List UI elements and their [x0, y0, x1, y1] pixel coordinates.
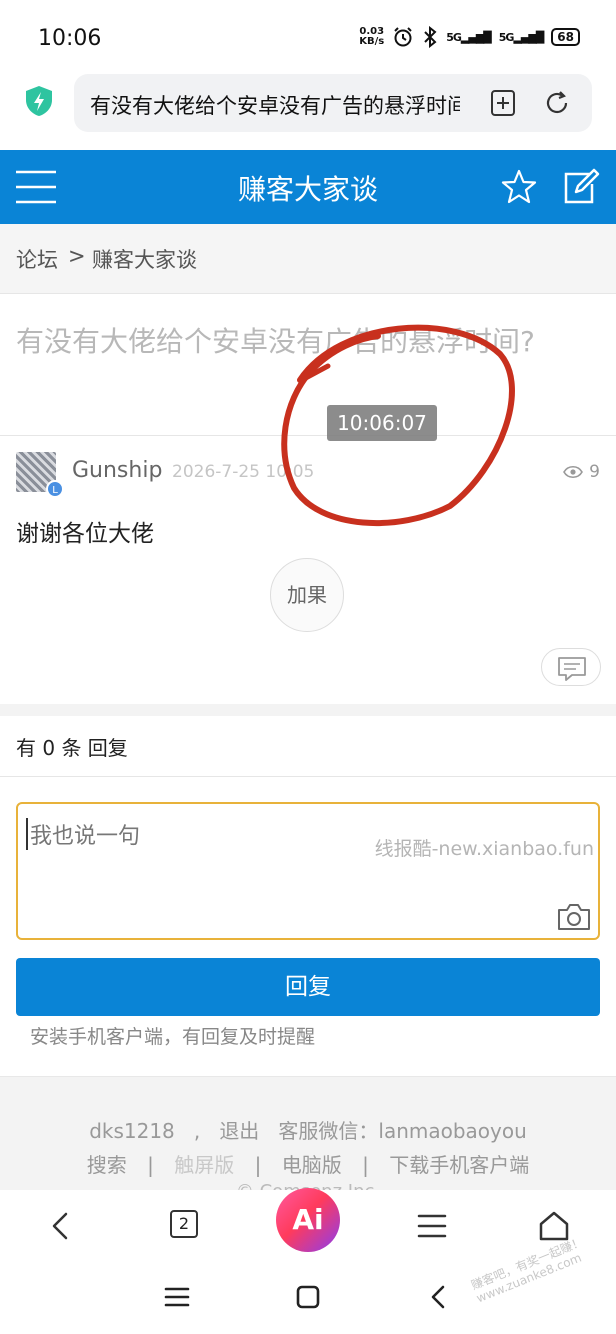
reply-count: 有 0 条 回复	[16, 736, 128, 760]
reply-placeholder: 我也说一句	[26, 818, 140, 850]
footer-service-wechat: 客服微信：lanmaobaoyou	[278, 1119, 527, 1143]
ai-assistant-button[interactable]: Ai	[276, 1188, 340, 1252]
footer-separator: |	[362, 1153, 369, 1177]
add-fruit-button[interactable]: 加果	[270, 558, 344, 632]
home-icon[interactable]	[536, 1208, 572, 1244]
back-icon[interactable]	[44, 1208, 80, 1244]
eye-icon	[563, 465, 584, 479]
breadcrumb-forum-link[interactable]: 论坛	[16, 244, 58, 274]
footer-comma: ,	[193, 1119, 201, 1143]
footer-pc-link[interactable]: 电脑版	[282, 1153, 342, 1177]
page-footer: dks1218 , 退出 客服微信：lanmaobaoyou 搜索 | 触屏版 …	[0, 1076, 616, 1190]
signal-2-icon: 5G▂▄▆█	[498, 30, 545, 44]
signal-1-label: 5G	[446, 30, 462, 44]
forum-header: 赚客大家谈	[0, 150, 616, 224]
recents-icon[interactable]	[162, 1282, 192, 1312]
footer-touch-link: 触屏版	[174, 1153, 235, 1177]
post-body: 谢谢各位大佬	[16, 521, 154, 547]
floating-time-overlay: 10:06:07	[327, 405, 437, 441]
net-speed: 0.03 KB/s	[359, 27, 384, 47]
view-count: 9	[563, 462, 600, 482]
compose-icon[interactable]	[560, 166, 600, 206]
divider	[0, 776, 616, 777]
watermark-text: 线报酷-new.xianbao.fun	[374, 838, 594, 860]
breadcrumb-current[interactable]: 赚客大家谈	[92, 244, 197, 274]
net-speed-unit: KB/s	[359, 36, 385, 47]
tab-switcher-button[interactable]: 2	[170, 1210, 198, 1238]
signal-1-icon: 5G▂▄▆█	[446, 30, 492, 44]
url-field[interactable]: 有没有大佬给个安卓没有广告的悬浮时间?	[74, 74, 592, 132]
add-bookmark-icon[interactable]	[488, 88, 518, 118]
battery-icon: 68	[551, 28, 580, 46]
url-text[interactable]: 有没有大佬给个安卓没有广告的悬浮时间?	[90, 90, 460, 120]
status-time: 10:06	[38, 26, 102, 51]
footer-search-link[interactable]: 搜索	[87, 1153, 127, 1177]
system-back-icon[interactable]	[424, 1282, 454, 1312]
shield-icon[interactable]	[22, 84, 56, 118]
browser-address-bar: 有没有大佬给个安卓没有广告的悬浮时间?	[0, 74, 616, 150]
avatar[interactable]: L	[16, 452, 64, 498]
footer-separator: |	[254, 1153, 262, 1177]
section-separator	[0, 704, 616, 716]
signal-2-label: 5G	[498, 30, 515, 44]
footer-links: 搜索 | 触屏版 | 电脑版 | 下载手机客户端	[0, 1149, 616, 1178]
footer-username[interactable]: dks1218	[89, 1119, 175, 1143]
browser-toolbar: 2 Ai	[0, 1188, 616, 1264]
reply-post-button[interactable]	[541, 648, 601, 686]
status-icons: 0.03 KB/s 5G▂▄▆█ 5G▂▄▆█ 68	[359, 26, 580, 48]
alarm-icon	[394, 27, 412, 47]
system-home-icon[interactable]	[293, 1282, 323, 1312]
reply-submit-button[interactable]: 回复	[16, 958, 600, 1016]
breadcrumb: 论坛 > 赚客大家谈	[0, 224, 616, 294]
comment-icon	[558, 657, 586, 681]
post-author[interactable]: Gunship	[72, 458, 162, 483]
footer-download-link[interactable]: 下载手机客户端	[389, 1153, 529, 1177]
bluetooth-icon	[424, 26, 437, 48]
camera-icon[interactable]	[556, 902, 592, 932]
install-app-tip[interactable]: 安装手机客户端，有回复及时提醒	[30, 1022, 315, 1049]
footer-user-line: dks1218 , 退出 客服微信：lanmaobaoyou	[0, 1115, 616, 1144]
reload-icon[interactable]	[542, 88, 572, 118]
star-icon[interactable]	[500, 168, 538, 206]
reply-textarea[interactable]: 我也说一句 线报酷-new.xianbao.fun	[16, 802, 600, 940]
menu-lines-icon[interactable]	[414, 1208, 450, 1244]
level-badge: L	[46, 480, 64, 498]
footer-logout-link[interactable]: 退出	[219, 1119, 259, 1143]
breadcrumb-separator: >	[68, 244, 86, 268]
footer-separator: |	[147, 1153, 154, 1177]
view-count-value: 9	[589, 462, 600, 482]
status-bar: 10:06 0.03 KB/s 5G▂▄▆█ 5G▂▄▆█ 68	[0, 0, 616, 74]
